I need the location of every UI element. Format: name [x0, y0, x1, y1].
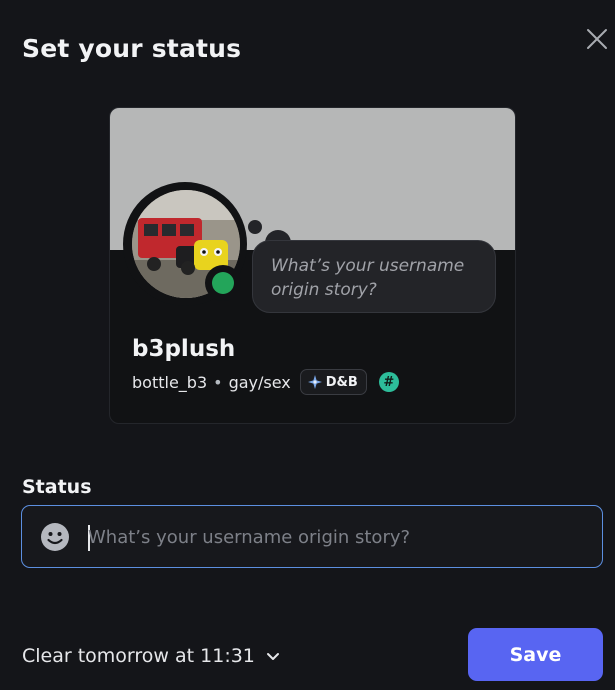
smiley-face-icon — [41, 523, 69, 551]
hash-badge-icon[interactable]: # — [378, 372, 399, 392]
sparkle-icon — [307, 375, 322, 389]
chevron-down-icon — [266, 653, 279, 660]
pronouns: gay/sex — [228, 372, 291, 392]
status-thought-bubble: What’s your username origin story? — [252, 240, 496, 313]
server-tag[interactable]: D&B — [299, 369, 367, 395]
status-label: Status — [22, 476, 92, 498]
status-input-container — [21, 505, 603, 568]
close-button[interactable] — [583, 25, 611, 53]
set-status-dialog: Set your status What’s your username ori… — [0, 0, 615, 690]
meta-separator: • — [213, 372, 223, 392]
server-tag-label: D&B — [325, 374, 358, 390]
thought-bubble-dot-small — [248, 220, 262, 234]
display-name: b3plush — [132, 336, 236, 362]
clear-after-dropdown[interactable]: Clear tomorrow at 11:31 — [22, 643, 281, 669]
emoji-picker-button[interactable] — [40, 522, 70, 552]
dialog-title: Set your status — [22, 34, 242, 63]
clear-after-label: Clear tomorrow at 11:31 — [22, 645, 255, 667]
profile-meta-row: bottle_b3 • gay/sex D&B # — [132, 368, 399, 396]
close-icon — [587, 29, 607, 49]
save-button[interactable]: Save — [468, 628, 603, 681]
online-status-indicator — [212, 272, 234, 294]
status-input[interactable] — [88, 516, 588, 558]
username: bottle_b3 — [132, 372, 208, 392]
